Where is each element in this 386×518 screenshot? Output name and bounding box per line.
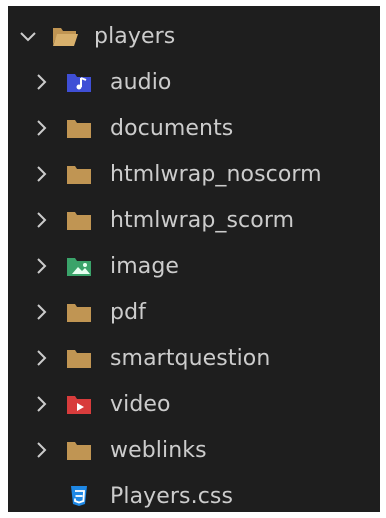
tree-item-label: documents — [110, 115, 234, 141]
tree-item-documents[interactable]: documents — [8, 106, 380, 150]
chevron-right-icon[interactable] — [32, 164, 52, 184]
tree-item-label: htmlwrap_noscorm — [110, 161, 322, 187]
tree-item-label: video — [110, 391, 171, 417]
tree-item-label: players — [94, 23, 176, 49]
folder-icon — [67, 350, 91, 368]
tree-item-htmlwrap-scorm[interactable]: htmlwrap_scorm — [8, 198, 380, 242]
tree-item-htmlwrap-noscorm[interactable]: htmlwrap_noscorm — [8, 152, 380, 196]
folder-icon — [67, 212, 91, 230]
tree-item-label: pdf — [110, 299, 146, 325]
chevron-right-icon[interactable] — [32, 118, 52, 138]
chevron-right-icon[interactable] — [32, 348, 52, 368]
chevron-right-icon[interactable] — [32, 72, 52, 92]
tree-item-smartquestion[interactable]: smartquestion — [8, 336, 380, 380]
image-folder-icon — [67, 258, 91, 276]
audio-folder-icon — [67, 74, 91, 92]
tree-item-label: image — [110, 253, 180, 279]
chevron-right-icon[interactable] — [32, 256, 52, 276]
explorer-tree: players audio documents htmlwrap_noscorm — [8, 6, 380, 512]
folder-icon — [67, 166, 91, 184]
tree-item-label: weblinks — [110, 437, 207, 463]
chevron-right-icon[interactable] — [32, 302, 52, 322]
css3-file-icon — [71, 486, 87, 506]
video-folder-icon — [67, 396, 91, 414]
tree-item-pdf[interactable]: pdf — [8, 290, 380, 334]
tree-item-players[interactable]: players — [8, 14, 380, 58]
tree-item-audio[interactable]: audio — [8, 60, 380, 104]
folder-icon — [67, 442, 91, 460]
tree-item-image[interactable]: image — [8, 244, 380, 288]
tree-item-players-css[interactable]: Players.css — [8, 474, 380, 518]
tree-item-video[interactable]: video — [8, 382, 380, 426]
chevron-right-icon[interactable] — [32, 210, 52, 230]
folder-icon — [67, 304, 91, 322]
folder-icon — [67, 120, 91, 138]
tree-item-label: audio — [110, 69, 172, 95]
tree-item-weblinks[interactable]: weblinks — [8, 428, 380, 472]
tree-item-label: htmlwrap_scorm — [110, 207, 295, 233]
chevron-down-icon[interactable] — [18, 27, 38, 47]
folder-open-icon — [53, 28, 78, 46]
tree-item-label: smartquestion — [110, 345, 271, 371]
tree-item-label: Players.css — [110, 483, 234, 509]
chevron-right-icon[interactable] — [32, 394, 52, 414]
chevron-right-icon[interactable] — [32, 440, 52, 460]
